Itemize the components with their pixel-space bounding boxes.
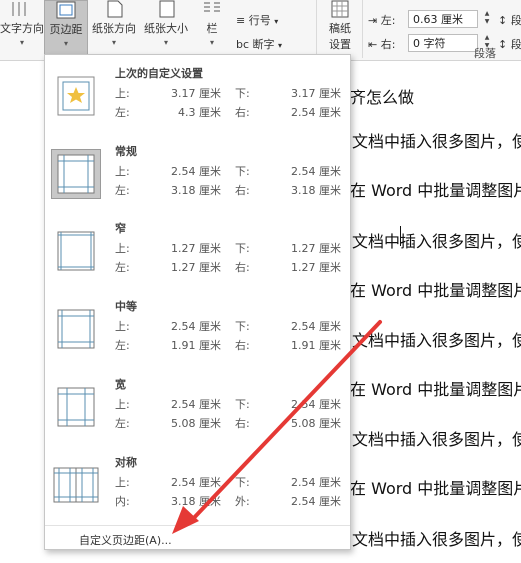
- annotation-arrow: [172, 320, 382, 534]
